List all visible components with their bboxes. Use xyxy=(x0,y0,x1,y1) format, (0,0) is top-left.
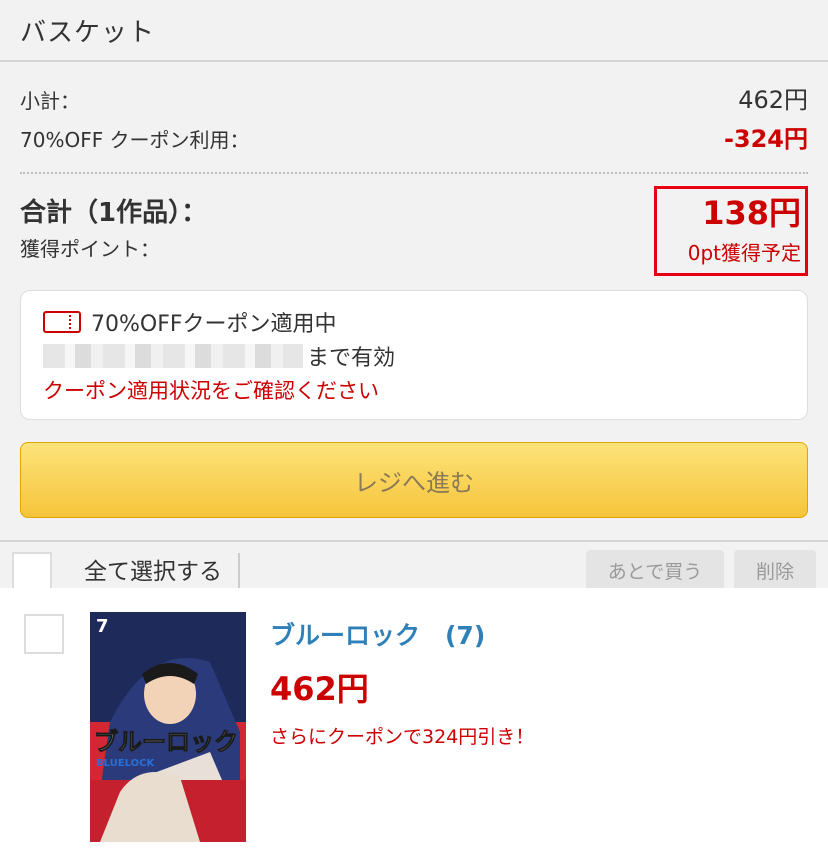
redacted-date xyxy=(43,344,303,368)
coupon-discount-value: -324円 xyxy=(723,125,808,153)
cover-title: ブルーロック xyxy=(94,728,238,756)
total-value: 138円 xyxy=(702,194,801,232)
subtotal-row: 小計： 462円 xyxy=(20,80,808,115)
page-title: バスケット xyxy=(20,18,156,48)
book-cover-image[interactable]: 7 ブルーロック BLUELOCK xyxy=(90,612,246,842)
basket-item: 7 ブルーロック BLUELOCK ブルーロック (7) 462円 さらにクーポ… xyxy=(0,588,828,860)
coupon-ticket-icon xyxy=(43,311,81,333)
item-coupon-promo: さらにクーポンで324円引き！ xyxy=(270,726,535,748)
item-title-link[interactable]: ブルーロック (7) xyxy=(270,616,485,652)
order-summary: 小計： 462円 70%OFF クーポン利用： -324円 合計（1作品）： 獲… xyxy=(0,62,828,276)
total-highlight-box: 138円 0pt獲得予定 xyxy=(654,186,808,276)
coupon-row: 70%OFF クーポン利用： -324円 xyxy=(20,119,808,154)
cover-volume: 7 xyxy=(96,616,109,637)
coupon-discount-label: 70%OFF クーポン利用： xyxy=(20,128,250,152)
select-all-label[interactable]: 全て選択する xyxy=(84,553,240,591)
divider xyxy=(20,172,808,174)
points-label: 獲得ポイント： xyxy=(20,237,160,261)
coupon-validity-text: まで有効 xyxy=(307,346,396,371)
item-price: 462円 xyxy=(270,670,369,708)
total-labels: 合計（1作品）： 獲得ポイント： xyxy=(20,186,207,276)
total-section: 合計（1作品）： 獲得ポイント： 138円 0pt獲得予定 xyxy=(20,186,808,276)
cover-subtitle: BLUELOCK xyxy=(96,758,155,769)
coupon-warning[interactable]: クーポン適用状況をご確認ください xyxy=(43,373,785,407)
coupon-applied-text: 70%OFFクーポン適用中 xyxy=(91,312,337,337)
coupon-card[interactable]: 70%OFFクーポン適用中 まで有効 クーポン適用状況をご確認ください xyxy=(20,290,808,420)
page-header: バスケット xyxy=(0,0,828,62)
item-checkbox[interactable] xyxy=(24,614,64,654)
subtotal-value: 462円 xyxy=(738,86,808,114)
total-label: 合計（1作品）： xyxy=(20,198,208,228)
coupon-validity-line: まで有効 xyxy=(43,339,785,373)
points-value: 0pt獲得予定 xyxy=(687,241,801,265)
select-all-checkbox[interactable] xyxy=(12,552,52,592)
coupon-applied-line: 70%OFFクーポン適用中 xyxy=(43,305,785,339)
subtotal-label: 小計： xyxy=(20,89,80,113)
checkout-button[interactable]: レジへ進む xyxy=(20,442,808,518)
